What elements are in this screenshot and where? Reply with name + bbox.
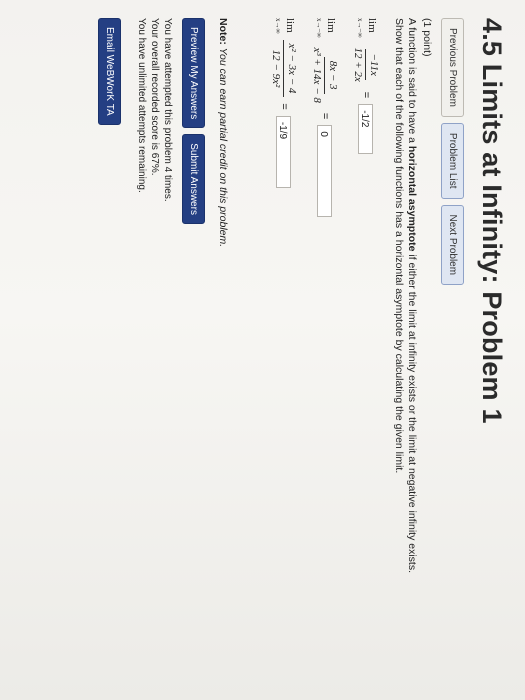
limit-operator: lim x→−∞ [353,18,378,37]
problem-list-button[interactable]: Problem List [441,122,464,199]
attempts-line: You have attempted this problem 4 times. [162,18,173,202]
answer-input-1[interactable]: -1/2 [358,104,373,155]
equals-sign: = [278,103,290,110]
numerator: x² − 3x − 4 [283,39,298,98]
problem-intro: A function is said to have a horizontal … [405,18,418,700]
limit-fraction: −11x 12 + 2x [351,43,380,85]
limit-row-2: lim x→−∞ 8x − 3 x³ + 14x − 8 = 0 [310,18,339,700]
attempt-status: You have attempted this problem 4 times.… [135,18,174,700]
limit-fraction: x² − 3x − 4 12 − 9x² [269,39,298,98]
lim-word: lim [284,18,296,33]
equals-sign: = [360,91,372,99]
denominator: 12 − 9x² [270,49,282,88]
score-line: Your overall recorded score is 67%. [149,18,160,176]
answer-input-3[interactable]: -1/9 [276,115,291,188]
limit-fraction: 8x − 3 x³ + 14x − 8 [310,43,339,106]
limit-operator: lim x→∞ [271,18,296,34]
intro-term: horizontal asymptote [406,145,418,252]
next-problem-button[interactable]: Next Problem [441,204,464,286]
submit-answers-button[interactable]: Submit Answers [182,134,205,224]
remaining-line: You have unlimited attempts remaining. [136,18,147,193]
limit-operator: lim x→−∞ [312,18,337,37]
preview-answers-button[interactable]: Preview My Answers [182,18,205,129]
intro-text-a: A function is said to have a [406,18,418,146]
answer-input-2[interactable]: 0 [317,125,332,218]
numerator: 8x − 3 [324,56,339,94]
lim-word: lim [325,18,337,33]
webwork-page: 4.5 Limits at Infinity: Problem 1 Previo… [0,0,525,700]
email-ta-button[interactable]: Email WeBWorK TA [98,18,121,125]
numerator: −11x [365,49,380,80]
points-label: (1 point) [421,18,433,57]
limit-row-3: lim x→∞ x² − 3x − 4 12 − 9x² = -1/9 [269,18,298,700]
intro-text-b: if either the limit at infinity exists o… [406,251,418,573]
note-text: You can earn partial credit on this prob… [217,44,229,248]
equals-sign: = [319,112,331,120]
page-title: 4.5 Limits at Infinity: Problem 1 [477,18,507,424]
problem-navigation: Previous Problem Problem List Next Probl… [441,18,464,700]
lim-subscript: x→−∞ [356,18,364,38]
denominator: 12 + 2x [352,47,364,82]
denominator: x³ + 14x − 8 [311,47,323,103]
partial-credit-note: Note: You can earn partial credit on thi… [217,18,229,700]
limit-row-1: lim x→−∞ −11x 12 + 2x = -1/2 [351,18,380,700]
problem-body: (1 point) A function is said to have a h… [269,18,433,700]
lim-subscript: x→−∞ [315,18,323,38]
lim-subscript: x→∞ [274,18,282,34]
problem-instruction: Show that each of the following function… [393,18,405,474]
lim-word: lim [366,18,378,33]
note-label: Note: [217,18,229,45]
previous-problem-button[interactable]: Previous Problem [441,18,464,117]
answer-actions: Preview My Answers Submit Answers [182,18,205,700]
